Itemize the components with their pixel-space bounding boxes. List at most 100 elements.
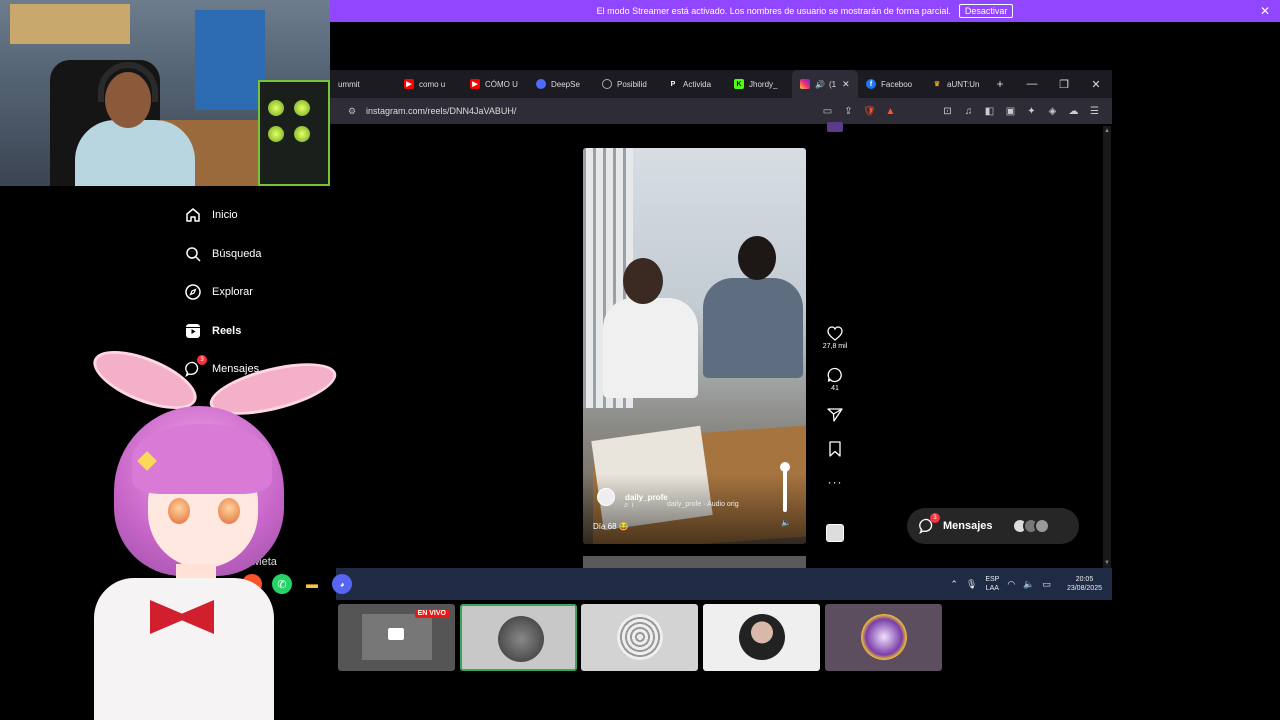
tab-label: Jhordy_ bbox=[749, 79, 778, 89]
restore-icon[interactable]: ❐ bbox=[1048, 78, 1080, 91]
more-icon: ··· bbox=[827, 475, 843, 489]
deactivate-button[interactable]: Desactivar bbox=[958, 4, 1014, 18]
bookmark-icon bbox=[829, 441, 841, 457]
meta-label[interactable]: n de Meta bbox=[228, 556, 277, 568]
tab[interactable]: ▶ CÓMO U bbox=[462, 70, 528, 98]
wallet-icon[interactable]: ▣ bbox=[1003, 106, 1018, 117]
tab-active-instagram[interactable]: 🔊 (1 ✕ bbox=[792, 70, 858, 98]
screen: El modo Streamer está activado. Los nomb… bbox=[0, 0, 1280, 720]
language-code: ESP bbox=[985, 576, 1000, 583]
nav-item-mensajes[interactable]: 3 Mensajes bbox=[170, 350, 336, 389]
nav-item-busqueda[interactable]: Búsqueda bbox=[170, 235, 336, 274]
site-settings-icon[interactable]: ⚙ bbox=[344, 103, 360, 119]
notification-badge: 3 bbox=[197, 355, 207, 366]
share-button[interactable] bbox=[827, 407, 843, 423]
whatsapp-icon[interactable]: ✆ bbox=[272, 574, 292, 594]
microphone-icon[interactable]: 🎙 bbox=[966, 579, 977, 590]
avatar bbox=[1033, 518, 1050, 534]
cast-icon[interactable]: ▭ bbox=[820, 106, 835, 117]
share-icon[interactable]: ⇪ bbox=[841, 106, 856, 117]
music-icon[interactable]: ♫ bbox=[961, 106, 976, 117]
discord-icon[interactable]: ◕ bbox=[332, 574, 352, 594]
participant-tile[interactable] bbox=[703, 604, 820, 671]
close-window-icon[interactable]: ✕ bbox=[1080, 78, 1112, 91]
messenger-icon: 3 bbox=[919, 513, 940, 535]
volume-handle[interactable] bbox=[780, 462, 790, 472]
reel-username[interactable]: daily_profe bbox=[625, 493, 668, 502]
nav-item-reels[interactable]: Reels bbox=[170, 312, 336, 351]
tab[interactable]: P Activida bbox=[660, 70, 726, 98]
perplexity-icon: P bbox=[670, 80, 676, 88]
previous-reel-peek[interactable] bbox=[827, 122, 843, 132]
reel-video[interactable]: daily_profe ♬ i daily_profe · Audio orig… bbox=[583, 148, 806, 544]
tab-label: (1 bbox=[828, 79, 837, 89]
menu-icon[interactable]: ☰ bbox=[1087, 106, 1102, 117]
unt-icon: ♛ bbox=[933, 81, 941, 88]
tab[interactable]: K Jhordy_ bbox=[726, 70, 792, 98]
language-indicator[interactable]: ESP LAA bbox=[985, 575, 999, 593]
save-button[interactable] bbox=[828, 441, 842, 457]
tab[interactable]: f Faceboo bbox=[858, 70, 924, 98]
kick-icon: K bbox=[734, 79, 744, 89]
audio-note: ♬ i bbox=[623, 502, 634, 509]
volume-slider[interactable] bbox=[783, 466, 787, 512]
time: 20:05 bbox=[1075, 576, 1094, 583]
messages-label: Mensajes bbox=[943, 520, 993, 532]
nav-label: Explorar bbox=[212, 286, 253, 299]
vtuber-avatar bbox=[80, 338, 350, 720]
address-bar: ⚙ instagram.com/reels/DNN4JaVABUH/ ▭ ⇪ 🛡… bbox=[330, 98, 1112, 124]
nav-item-explorar[interactable]: Explorar bbox=[170, 273, 336, 312]
comment-count: 41 bbox=[831, 385, 839, 392]
streamer-mode-message: El modo Streamer está activado. Los nomb… bbox=[596, 6, 951, 16]
comment-button[interactable]: 41 bbox=[827, 367, 843, 395]
date: 23/08/2025 bbox=[1066, 585, 1102, 592]
search-icon bbox=[184, 245, 202, 263]
nav-label: Búsqueda bbox=[212, 247, 262, 260]
tab[interactable]: DeepSe bbox=[528, 70, 594, 98]
participant-tile-speaking[interactable] bbox=[460, 604, 577, 671]
live-badge: EN VIVO bbox=[414, 609, 449, 618]
sidebar-icon[interactable]: ◧ bbox=[982, 106, 997, 117]
tab[interactable]: Posibilid bbox=[594, 70, 660, 98]
battery-icon[interactable]: ▭ bbox=[1042, 579, 1051, 590]
brave-browser-icon[interactable] bbox=[242, 574, 262, 594]
participant-tile[interactable] bbox=[581, 604, 698, 671]
tab-label: CÓMO U bbox=[485, 79, 518, 89]
weather-icon[interactable]: ☁ bbox=[1066, 106, 1081, 117]
close-icon[interactable]: ✕ bbox=[1260, 4, 1270, 18]
tab-label: Activida bbox=[683, 79, 712, 89]
clock[interactable]: 20:05 23/08/2025 bbox=[1067, 575, 1102, 593]
url-field[interactable]: instagram.com/reels/DNN4JaVABUH/ bbox=[366, 106, 820, 116]
tab[interactable]: ♛ aUNT:Un bbox=[924, 70, 990, 98]
file-explorer-icon[interactable]: ▬ bbox=[302, 574, 322, 594]
reel-caption: Día 68 😂 bbox=[593, 522, 629, 531]
participant-tile-screen-share[interactable]: EN VIVO bbox=[338, 604, 455, 671]
brave-shields-icon[interactable]: 🛡 bbox=[862, 106, 877, 117]
page-scrollbar[interactable]: ▲ ▼ bbox=[1103, 126, 1111, 568]
avatar[interactable] bbox=[597, 488, 615, 506]
nav-item-inicio[interactable]: Inicio bbox=[170, 196, 336, 235]
vpn-icon[interactable]: ◈ bbox=[1045, 106, 1060, 117]
tab[interactable]: ummit bbox=[330, 70, 396, 98]
more-options-button[interactable]: ··· bbox=[828, 475, 843, 489]
messages-button[interactable]: 3 Mensajes bbox=[907, 508, 1079, 544]
participant-tile[interactable] bbox=[825, 604, 942, 671]
wifi-icon[interactable]: ◠ bbox=[1007, 579, 1015, 590]
new-tab-button[interactable]: + bbox=[990, 77, 1010, 91]
tab[interactable]: ▶ como u bbox=[396, 70, 462, 98]
like-button[interactable]: 27,8 mil bbox=[823, 326, 847, 353]
reel-audio[interactable]: daily_profe · Audio orig bbox=[667, 501, 739, 508]
chevron-up-icon[interactable]: ⌃ bbox=[950, 579, 958, 590]
original-audio-thumbnail[interactable] bbox=[826, 524, 844, 542]
close-tab-icon[interactable]: ✕ bbox=[842, 79, 850, 90]
streamer-mode-banner: El modo Streamer está activado. Los nomb… bbox=[330, 0, 1280, 22]
volume-icon[interactable]: 🔈 bbox=[1023, 579, 1034, 590]
brave-rewards-icon[interactable]: ▲ bbox=[883, 106, 898, 117]
volume-icon[interactable]: 🔈 bbox=[781, 518, 791, 527]
minimize-icon[interactable]: — bbox=[1016, 78, 1048, 90]
leo-ai-icon[interactable]: ✦ bbox=[1024, 106, 1039, 117]
screenshot-icon[interactable]: ⊡ bbox=[940, 106, 955, 117]
next-reel-peek[interactable] bbox=[583, 556, 806, 568]
openai-icon bbox=[602, 79, 612, 89]
system-tray: ⌃ 🎙 ESP LAA ◠ 🔈 ▭ 20:05 23/08/2025 bbox=[942, 568, 1102, 600]
